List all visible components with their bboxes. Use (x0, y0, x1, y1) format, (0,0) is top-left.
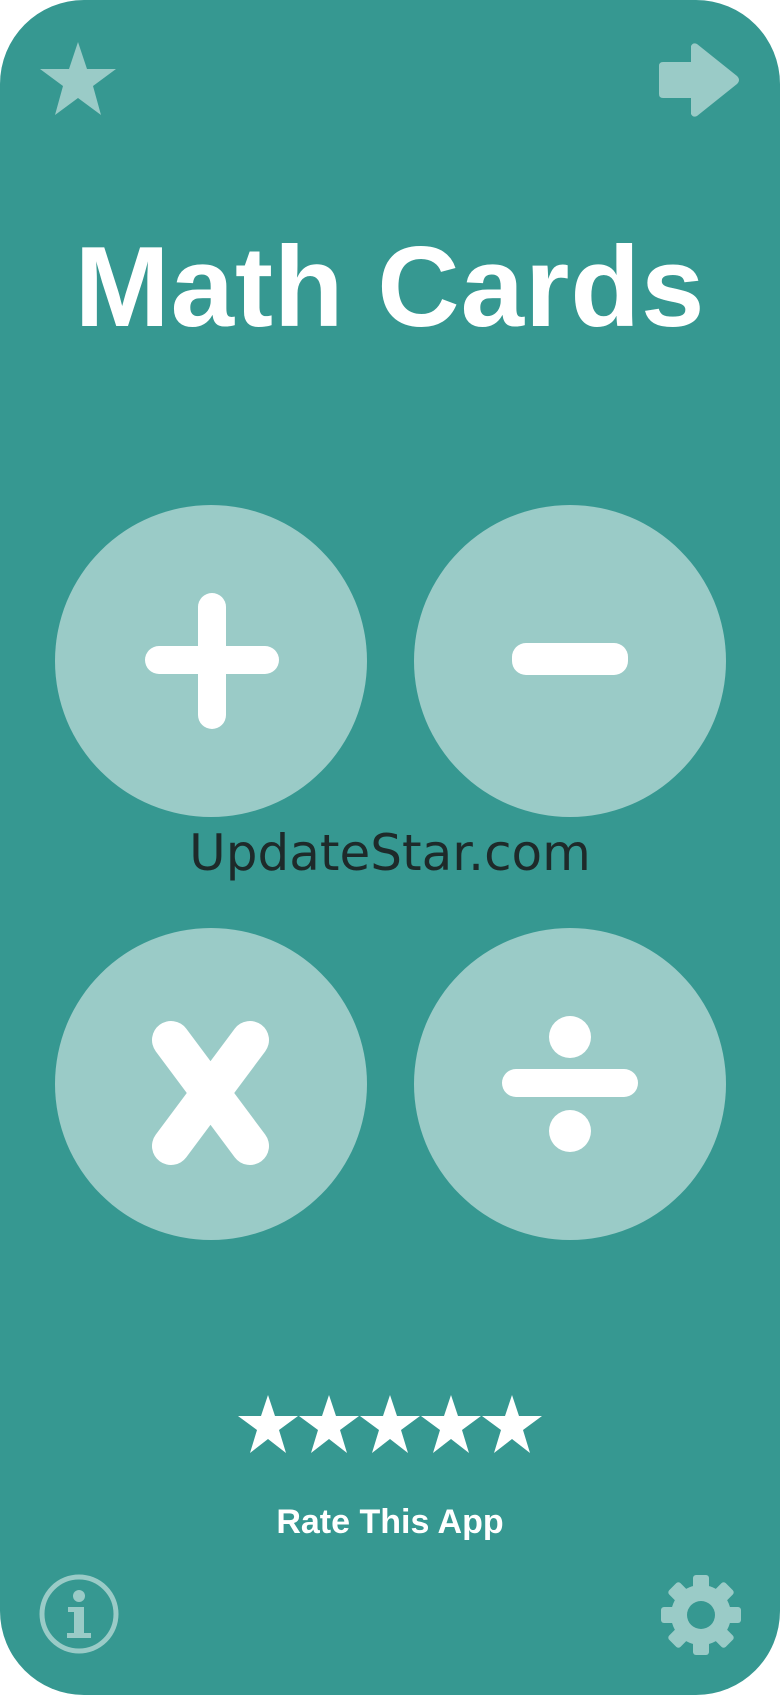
subtraction-button[interactable] (414, 505, 726, 817)
rating-star-icon (421, 1395, 481, 1453)
rate-this-app-link[interactable]: Rate This App (0, 1498, 780, 1546)
star-icon[interactable] (38, 40, 118, 118)
rating-star-icon (482, 1395, 542, 1453)
addition-button[interactable] (55, 505, 367, 817)
watermark-text: UpdateStar.com (189, 824, 591, 882)
divide-icon (502, 1016, 638, 1152)
plus-icon (145, 593, 279, 729)
multiply-icon (152, 1021, 269, 1165)
rating-stars[interactable] (238, 1394, 542, 1456)
division-button[interactable] (414, 928, 726, 1240)
rating-star-icon (238, 1395, 298, 1453)
rating-star-icon (360, 1395, 420, 1453)
page-title: Math Cards (74, 224, 706, 351)
arrow-right-icon[interactable] (659, 42, 741, 118)
app-screen: Math Cards UpdateStar.com Rate This App (0, 0, 780, 1695)
info-icon[interactable] (38, 1573, 120, 1655)
gear-icon[interactable] (659, 1573, 743, 1657)
rating-star-icon (299, 1395, 359, 1453)
multiplication-button[interactable] (55, 928, 367, 1240)
minus-icon (512, 643, 628, 675)
